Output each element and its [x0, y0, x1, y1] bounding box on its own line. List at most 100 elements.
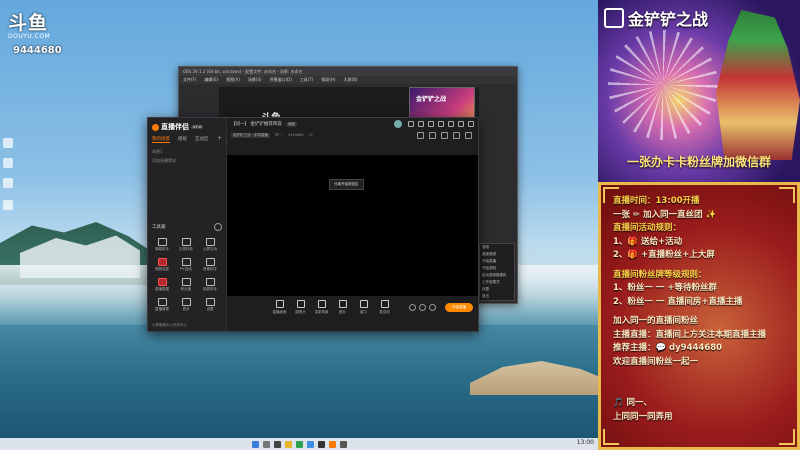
obs-control-item[interactable]: 工作室模式: [480, 279, 514, 286]
minimize-icon[interactable]: [448, 121, 454, 127]
app-icon[interactable]: [339, 440, 347, 448]
tool-item[interactable]: 更多: [174, 298, 198, 312]
source-image-button[interactable]: 图片: [334, 300, 351, 315]
scene-item[interactable]: 场景1: [152, 149, 163, 155]
obs-menu-item[interactable]: 停靠窗口(D): [270, 76, 292, 84]
room-meta-id: 9444680: [287, 133, 304, 137]
file-explorer-icon[interactable]: [284, 440, 292, 448]
tool-icon: [181, 278, 191, 286]
app-main: 【同一】 金铲铲推荐阵容 编辑 金铲铲之战 · 手机直播 同一· 9444680…: [227, 118, 478, 331]
desktop-icon[interactable]: [3, 178, 13, 188]
obs-menu-item[interactable]: 文件(F): [183, 76, 196, 84]
tool-item[interactable]: 房管助手: [198, 258, 222, 272]
obs-control-item[interactable]: 开始直播: [480, 258, 514, 265]
window-controls: [408, 121, 474, 127]
avatar[interactable]: [394, 120, 402, 128]
source-mic-button[interactable]: 麦克风: [376, 300, 393, 315]
source-label: 直播画面: [272, 310, 287, 314]
obs-icon[interactable]: [317, 440, 325, 448]
obs-menu-item[interactable]: 大屏(B): [344, 76, 358, 84]
tool-label: PK连线: [180, 267, 192, 271]
record-icon: [317, 300, 326, 308]
more-icon[interactable]: [429, 304, 436, 311]
close-icon[interactable]: [468, 121, 474, 127]
task-view-icon[interactable]: [273, 440, 281, 448]
preview-hint-button[interactable]: 分离开始按钮区: [329, 179, 364, 190]
tool-icon: [157, 278, 167, 286]
douyu-logo-text: 斗鱼: [8, 12, 49, 34]
settings-icon[interactable]: [428, 121, 434, 127]
desktop-icon[interactable]: [3, 138, 13, 148]
source-window-button[interactable]: 窗口: [355, 300, 372, 315]
obs-control-item[interactable]: 桌面音频: [480, 251, 514, 258]
side-footer-link[interactable]: 小屏道具中心任务中心: [152, 323, 187, 328]
taskbar-clock[interactable]: 13:00: [577, 439, 594, 446]
camera-icon[interactable]: [417, 132, 424, 139]
add-source-button[interactable]: 添加直播素材: [152, 158, 176, 164]
bell-icon[interactable]: [453, 132, 460, 139]
gift-icon[interactable]: [429, 132, 436, 139]
tool-item[interactable]: 直播数据: [150, 278, 174, 292]
info-line: 推荐主播：💬 dy9444680: [613, 343, 723, 353]
source-record-button[interactable]: 录制场景: [313, 300, 330, 315]
start-live-button[interactable]: 开始直播: [445, 303, 473, 312]
obs-control-item[interactable]: 启动虚拟摄像机: [480, 272, 514, 279]
obs-menu-item[interactable]: 工具(T): [300, 76, 314, 84]
tool-item[interactable]: PK连线: [174, 258, 198, 272]
tab-templates[interactable]: 模板: [178, 136, 187, 143]
maximize-icon[interactable]: [458, 121, 464, 127]
message-icon[interactable]: [408, 121, 414, 127]
tool-item[interactable]: 粉丝团: [174, 278, 198, 292]
tool-icon: [181, 298, 191, 306]
edge-icon[interactable]: [306, 440, 314, 448]
obs-menu-item[interactable]: 视图(V): [226, 76, 240, 84]
search-icon[interactable]: [262, 440, 270, 448]
screen-icon: [275, 300, 284, 308]
tool-item[interactable]: 抽奖助手: [198, 278, 222, 292]
room-meta: 金铲铲之战 · 手机直播 同一· 9444680 11: [227, 130, 478, 140]
tool-icon: [205, 298, 215, 306]
windows-start-icon[interactable]: [251, 440, 259, 448]
wallpaper-island: [470, 361, 598, 395]
obs-menu-item[interactable]: 场景(S): [248, 76, 262, 84]
tool-item[interactable]: 礼物特效: [174, 238, 198, 252]
obs-menu-item[interactable]: 编辑(E): [204, 76, 218, 84]
desktop-icon[interactable]: [3, 200, 13, 210]
live-companion-window[interactable]: 直播伴侣 v7.0 我的场景 模板 互动区 + 场景1 添加直播素材 工具箱 弹…: [147, 117, 479, 332]
tab-my-scenes[interactable]: 我的场景: [152, 136, 170, 143]
tool-item[interactable]: 公屏互动: [198, 238, 222, 252]
menu-icon[interactable]: [438, 121, 444, 127]
tool-item[interactable]: 视频连麦: [150, 258, 174, 272]
source-screen-button[interactable]: 直播画面: [271, 300, 288, 315]
obs-menu-item[interactable]: 帮助(H): [321, 76, 335, 84]
window-icon: [359, 300, 368, 308]
add-scene-button[interactable]: +: [217, 135, 222, 142]
desktop-icon[interactable]: [3, 158, 13, 168]
tool-item[interactable]: 设置: [198, 298, 222, 312]
share-screen-icon[interactable]: [441, 132, 448, 139]
audio-icon[interactable]: [419, 304, 426, 311]
wechat-icon[interactable]: [295, 440, 303, 448]
tool-item[interactable]: 直播管理: [150, 298, 174, 312]
skin-icon[interactable]: [418, 121, 424, 127]
source-camera-button[interactable]: 摄像头: [292, 300, 309, 315]
viewer-count: 11: [308, 133, 314, 137]
obs-control-item[interactable]: 退出: [480, 293, 514, 300]
douyu-app-icon[interactable]: [328, 440, 336, 448]
tool-item[interactable]: 弹幕助手: [150, 238, 174, 252]
tool-icon: [181, 238, 191, 246]
room-title: 【同一】 金铲铲推荐阵容: [231, 122, 282, 127]
bottom-status-icons: [409, 304, 436, 311]
tab-interaction[interactable]: 互动区: [195, 136, 209, 143]
info-line: 欢迎直播间粉丝一起一: [613, 356, 699, 367]
video-icon[interactable]: [409, 304, 416, 311]
obs-control-item[interactable]: 开始录制: [480, 265, 514, 272]
obs-control-item[interactable]: 设置: [480, 286, 514, 293]
source-label: 录制场景: [314, 310, 329, 314]
toolbox-settings-icon[interactable]: [214, 223, 222, 231]
category-selector[interactable]: 金铲铲之战 · 手机直播: [231, 132, 270, 138]
tool-label: 粉丝团: [180, 287, 192, 291]
share-icon[interactable]: [465, 132, 472, 139]
microphone-icon: [380, 300, 389, 308]
edit-title-button[interactable]: 编辑: [285, 121, 297, 127]
